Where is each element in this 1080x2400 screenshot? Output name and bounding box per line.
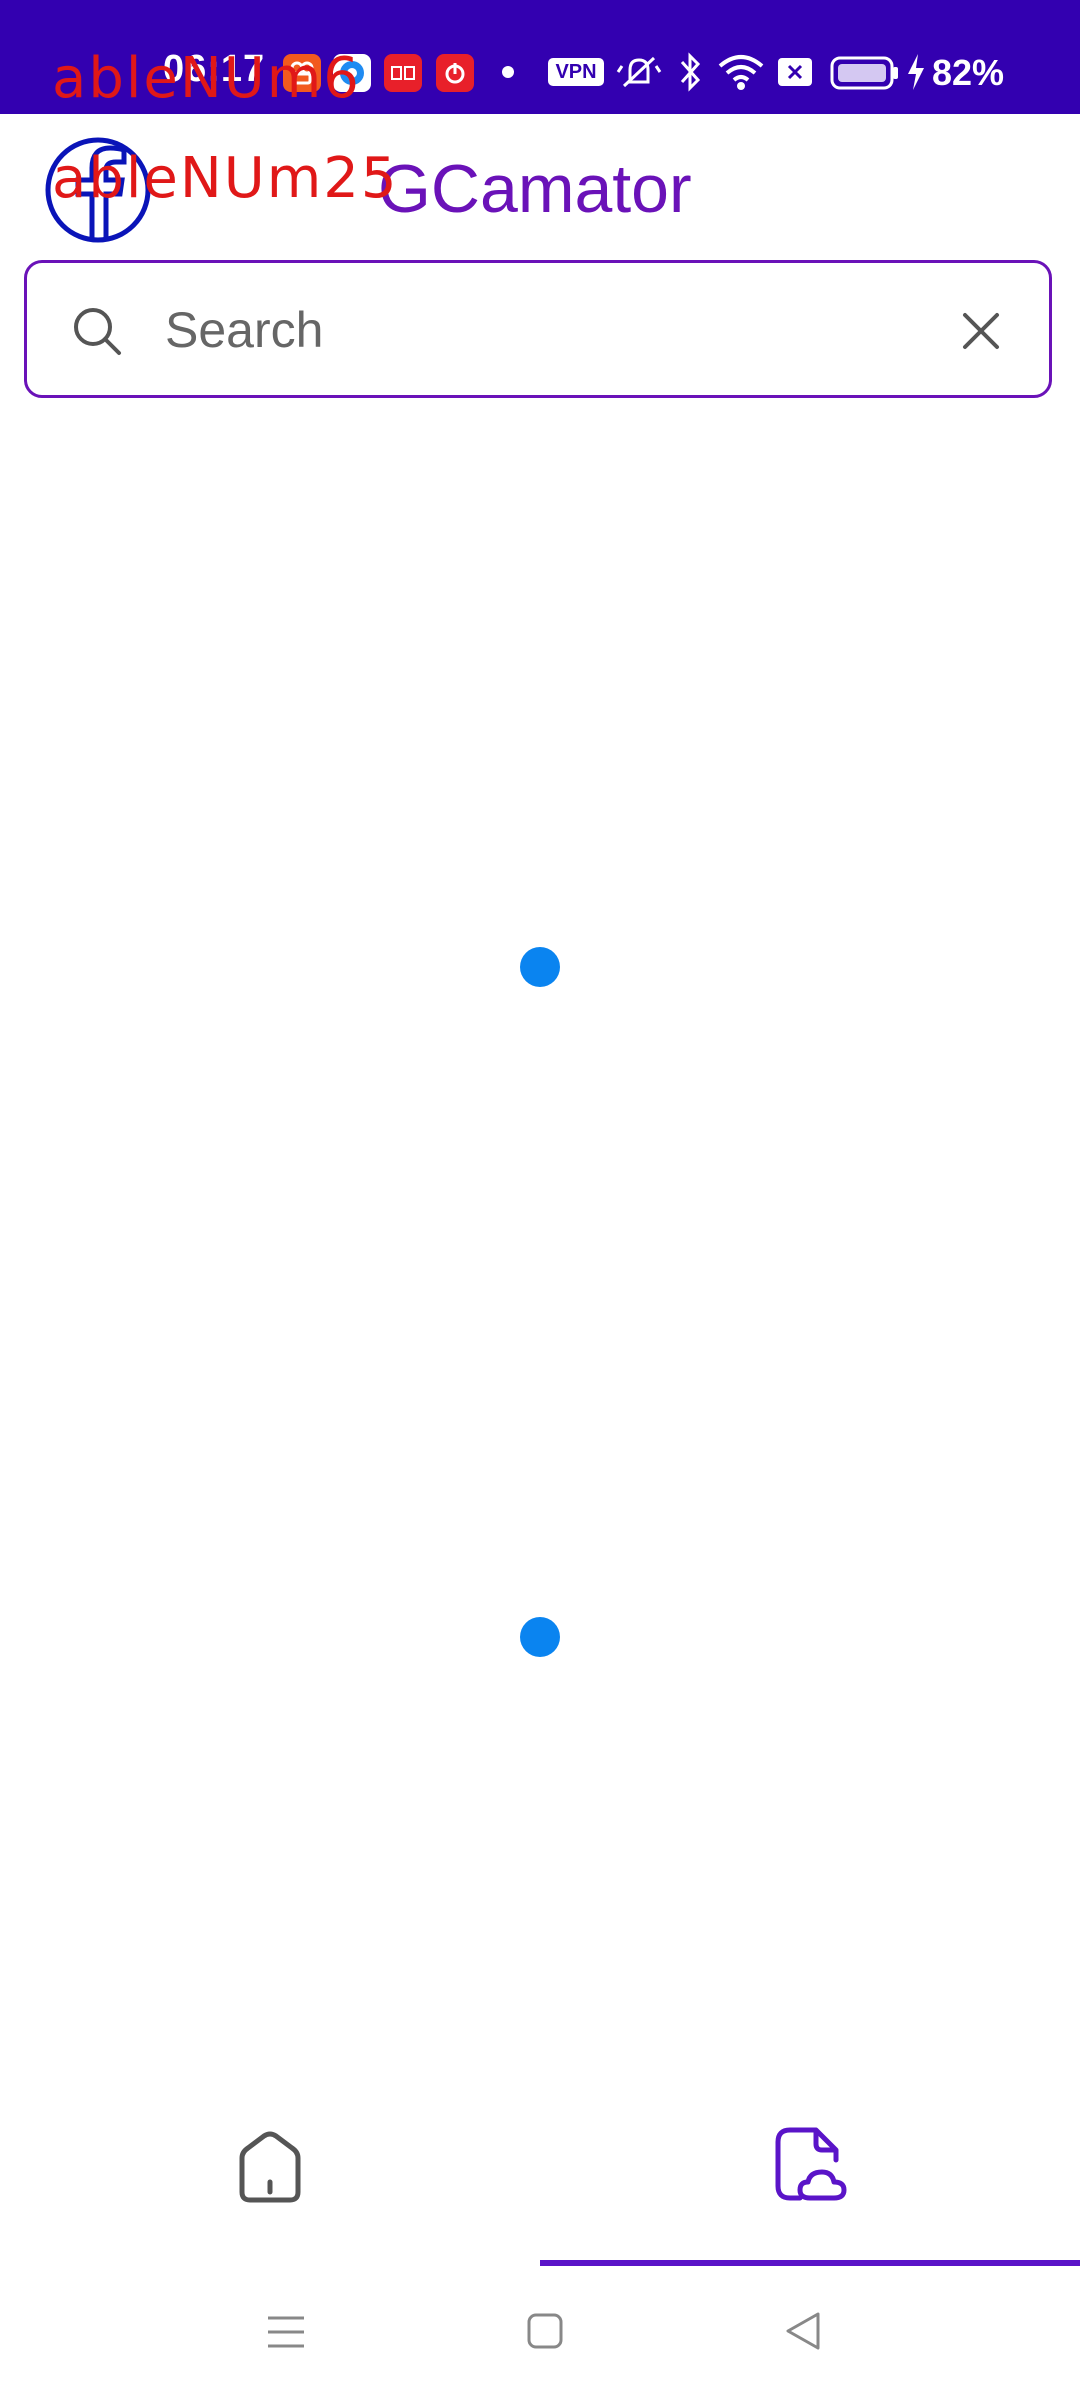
search-icon xyxy=(74,308,121,355)
browser-icon xyxy=(333,54,371,92)
home-icon[interactable] xyxy=(230,2126,310,2206)
selected-tab-indicator xyxy=(540,2260,1080,2266)
app-screen: 06:17 VPN 82% GCamator ableNUm6 ableNUm2… xyxy=(0,0,1080,2400)
more-notifications-dot xyxy=(502,66,514,78)
bluetooth-icon xyxy=(680,52,701,92)
vpn-icon: VPN xyxy=(548,58,604,86)
battery-icon xyxy=(830,56,898,90)
kuaishou-icon xyxy=(283,54,321,92)
system-nav-bar xyxy=(0,2270,1080,2400)
close-icon[interactable] xyxy=(955,305,1007,357)
search-input[interactable] xyxy=(163,285,927,375)
battery-percent: 82% xyxy=(932,52,1005,93)
cloud-file-icon[interactable] xyxy=(770,2124,850,2204)
status-bar: 06:17 VPN 82% xyxy=(0,0,1080,114)
search-bar[interactable] xyxy=(24,260,1052,398)
wifi-icon xyxy=(718,55,764,90)
facebook-logo-icon[interactable] xyxy=(44,136,152,244)
sim-icon xyxy=(778,58,812,86)
back-icon[interactable] xyxy=(782,2310,822,2352)
status-time: 06:17 xyxy=(163,48,266,90)
loading-dot xyxy=(520,1617,560,1657)
app-title: GCamator xyxy=(378,151,692,227)
loading-dot xyxy=(520,947,560,987)
qidian-icon xyxy=(384,54,422,92)
home-square-icon[interactable] xyxy=(526,2312,564,2350)
netease-music-icon xyxy=(436,54,474,92)
silent-icon xyxy=(616,56,662,88)
menu-icon[interactable] xyxy=(266,2312,306,2352)
charging-icon xyxy=(908,54,924,90)
bottom-nav xyxy=(0,2100,1080,2270)
